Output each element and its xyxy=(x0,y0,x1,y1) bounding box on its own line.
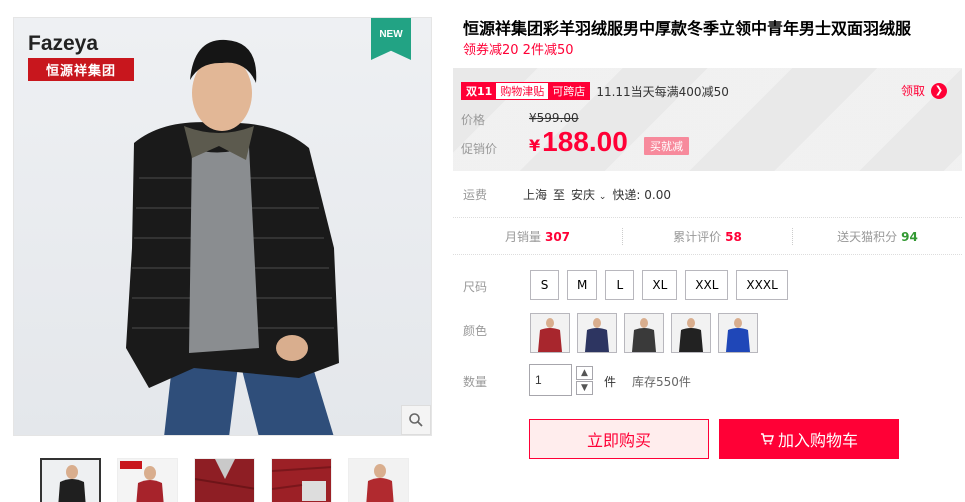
total-reviews[interactable]: 累计评价 58 xyxy=(623,227,793,245)
original-price: ¥599.00 xyxy=(529,111,579,125)
claim-label: 领取 xyxy=(900,84,925,98)
thumbnail-red-jacket-model[interactable] xyxy=(348,458,409,502)
thumbnail-red-jacket-collar[interactable] xyxy=(194,458,255,502)
size-option-xxl[interactable]: XXL xyxy=(685,270,729,300)
color-swatch-image xyxy=(625,314,663,352)
monthly-sales: 月销量 307 xyxy=(453,227,623,245)
thumbnail-red-jacket-detail[interactable] xyxy=(271,458,332,502)
shipping-destination-select[interactable]: 安庆 ⌄ xyxy=(571,186,606,203)
shipping-label: 运费 xyxy=(463,188,488,202)
color-options xyxy=(530,313,758,353)
brand-logo: Fazeya 恒源祥集团 xyxy=(28,32,134,81)
original-price-label: 价格 xyxy=(461,113,486,127)
size-label: 尺码 xyxy=(463,280,488,294)
chevron-right-icon: ❯ xyxy=(931,82,947,99)
chevron-up-icon: ▲ xyxy=(581,368,588,378)
add-to-cart-button[interactable]: 加入购物车 xyxy=(719,419,899,459)
add-to-cart-label: 加入购物车 xyxy=(777,431,858,450)
color-swatch-image xyxy=(531,314,569,352)
quantity-label: 数量 xyxy=(463,375,488,389)
shipping-method: 快递: 0.00 xyxy=(612,188,671,202)
size-option-s[interactable]: S xyxy=(530,270,559,300)
double11-badge-label: 双11 xyxy=(462,83,497,99)
promo-text: 11.11当天每满400减50 xyxy=(596,84,729,99)
shipping-row: 运费 上海 至 安庆 ⌄ 快递: 0.00 xyxy=(463,186,671,203)
color-option-royal-blue[interactable] xyxy=(718,313,758,353)
buy-now-button[interactable]: 立即购买 xyxy=(529,419,709,459)
double11-badge-cross-store: 可跨店 xyxy=(548,83,590,99)
size-option-l[interactable]: L xyxy=(605,270,635,300)
double11-badge: 双11 购物津贴 可跨店 xyxy=(461,82,591,100)
product-title: 恒源祥集团彩羊羽绒服男中厚款冬季立领中青年男士双面羽绒服 xyxy=(463,19,912,38)
buy-now-label: 立即购买 xyxy=(586,431,651,450)
size-option-xxxl[interactable]: XXXL xyxy=(736,270,788,300)
thumbnail-image xyxy=(118,459,177,502)
promo-panel: 双11 购物津贴 可跨店 11.11当天每满400减50 领取 ❯ 价格 ¥59… xyxy=(453,68,962,171)
thumbnail-strip xyxy=(40,458,409,502)
magnifier-icon xyxy=(409,413,423,427)
size-option-m[interactable]: M xyxy=(567,270,598,300)
brand-name-en: Fazeya xyxy=(28,32,99,55)
chevron-down-icon: ⌄ xyxy=(598,192,607,202)
thumbnail-red-jacket-front[interactable] xyxy=(117,458,178,502)
main-product-image[interactable]: Fazeya 恒源祥集团 NEW xyxy=(13,17,432,436)
quantity-decrease-button[interactable]: ▼ xyxy=(576,381,593,395)
color-option-navy[interactable] xyxy=(577,313,617,353)
thumbnail-image xyxy=(349,459,408,502)
quantity-input[interactable] xyxy=(529,364,572,396)
claim-coupon-link[interactable]: 领取 ❯ xyxy=(901,82,947,99)
color-swatch-image xyxy=(672,314,710,352)
shipping-to-word: 至 xyxy=(553,188,566,202)
sale-price-value: 188.00 xyxy=(542,126,628,157)
stock-count: 库存550件 xyxy=(632,375,691,389)
color-option-black[interactable] xyxy=(671,313,711,353)
thumbnail-image xyxy=(42,460,99,502)
monthly-sales-label: 月销量 xyxy=(504,229,541,244)
currency-symbol: ¥ xyxy=(529,136,541,155)
color-label: 颜色 xyxy=(463,324,488,338)
tmall-points: 送天猫积分 94 xyxy=(793,228,962,245)
thumbnail-black-jacket[interactable] xyxy=(40,458,101,502)
zoom-button[interactable] xyxy=(401,405,431,435)
thumbnail-image xyxy=(272,459,331,502)
color-swatch-image xyxy=(578,314,616,352)
color-swatch-image xyxy=(719,314,757,352)
sale-price: ¥ 188.00 xyxy=(529,126,628,158)
thumbnail-image xyxy=(195,459,254,502)
size-options: S M L XL XXL XXXL xyxy=(530,270,788,300)
chevron-down-icon: ▼ xyxy=(581,383,588,393)
size-option-xl[interactable]: XL xyxy=(642,270,678,300)
quantity-unit: 件 xyxy=(604,375,617,389)
sales-stats: 月销量 307 累计评价 58 送天猫积分 94 xyxy=(453,217,962,255)
discount-tag: 买就减 xyxy=(644,137,689,155)
double11-badge-allowance: 购物津贴 xyxy=(500,85,545,98)
tmall-points-value: 94 xyxy=(901,229,918,244)
shipping-from: 上海 xyxy=(523,188,548,202)
total-reviews-value: 58 xyxy=(725,229,742,244)
product-subtitle: 领券减20 2件减50 xyxy=(463,43,574,58)
color-option-black-gray[interactable] xyxy=(624,313,664,353)
shipping-destination: 安庆 xyxy=(571,188,596,202)
color-option-red[interactable] xyxy=(530,313,570,353)
sale-price-label: 促销价 xyxy=(461,142,498,156)
brand-name-cn: 恒源祥集团 xyxy=(28,58,134,81)
total-reviews-label: 累计评价 xyxy=(673,229,722,244)
cart-icon xyxy=(760,432,774,446)
tmall-points-label: 送天猫积分 xyxy=(837,229,898,244)
monthly-sales-value: 307 xyxy=(544,229,571,244)
quantity-increase-button[interactable]: ▲ xyxy=(576,366,593,380)
promo-row: 双11 购物津贴 可跨店 11.11当天每满400减50 xyxy=(461,82,729,100)
